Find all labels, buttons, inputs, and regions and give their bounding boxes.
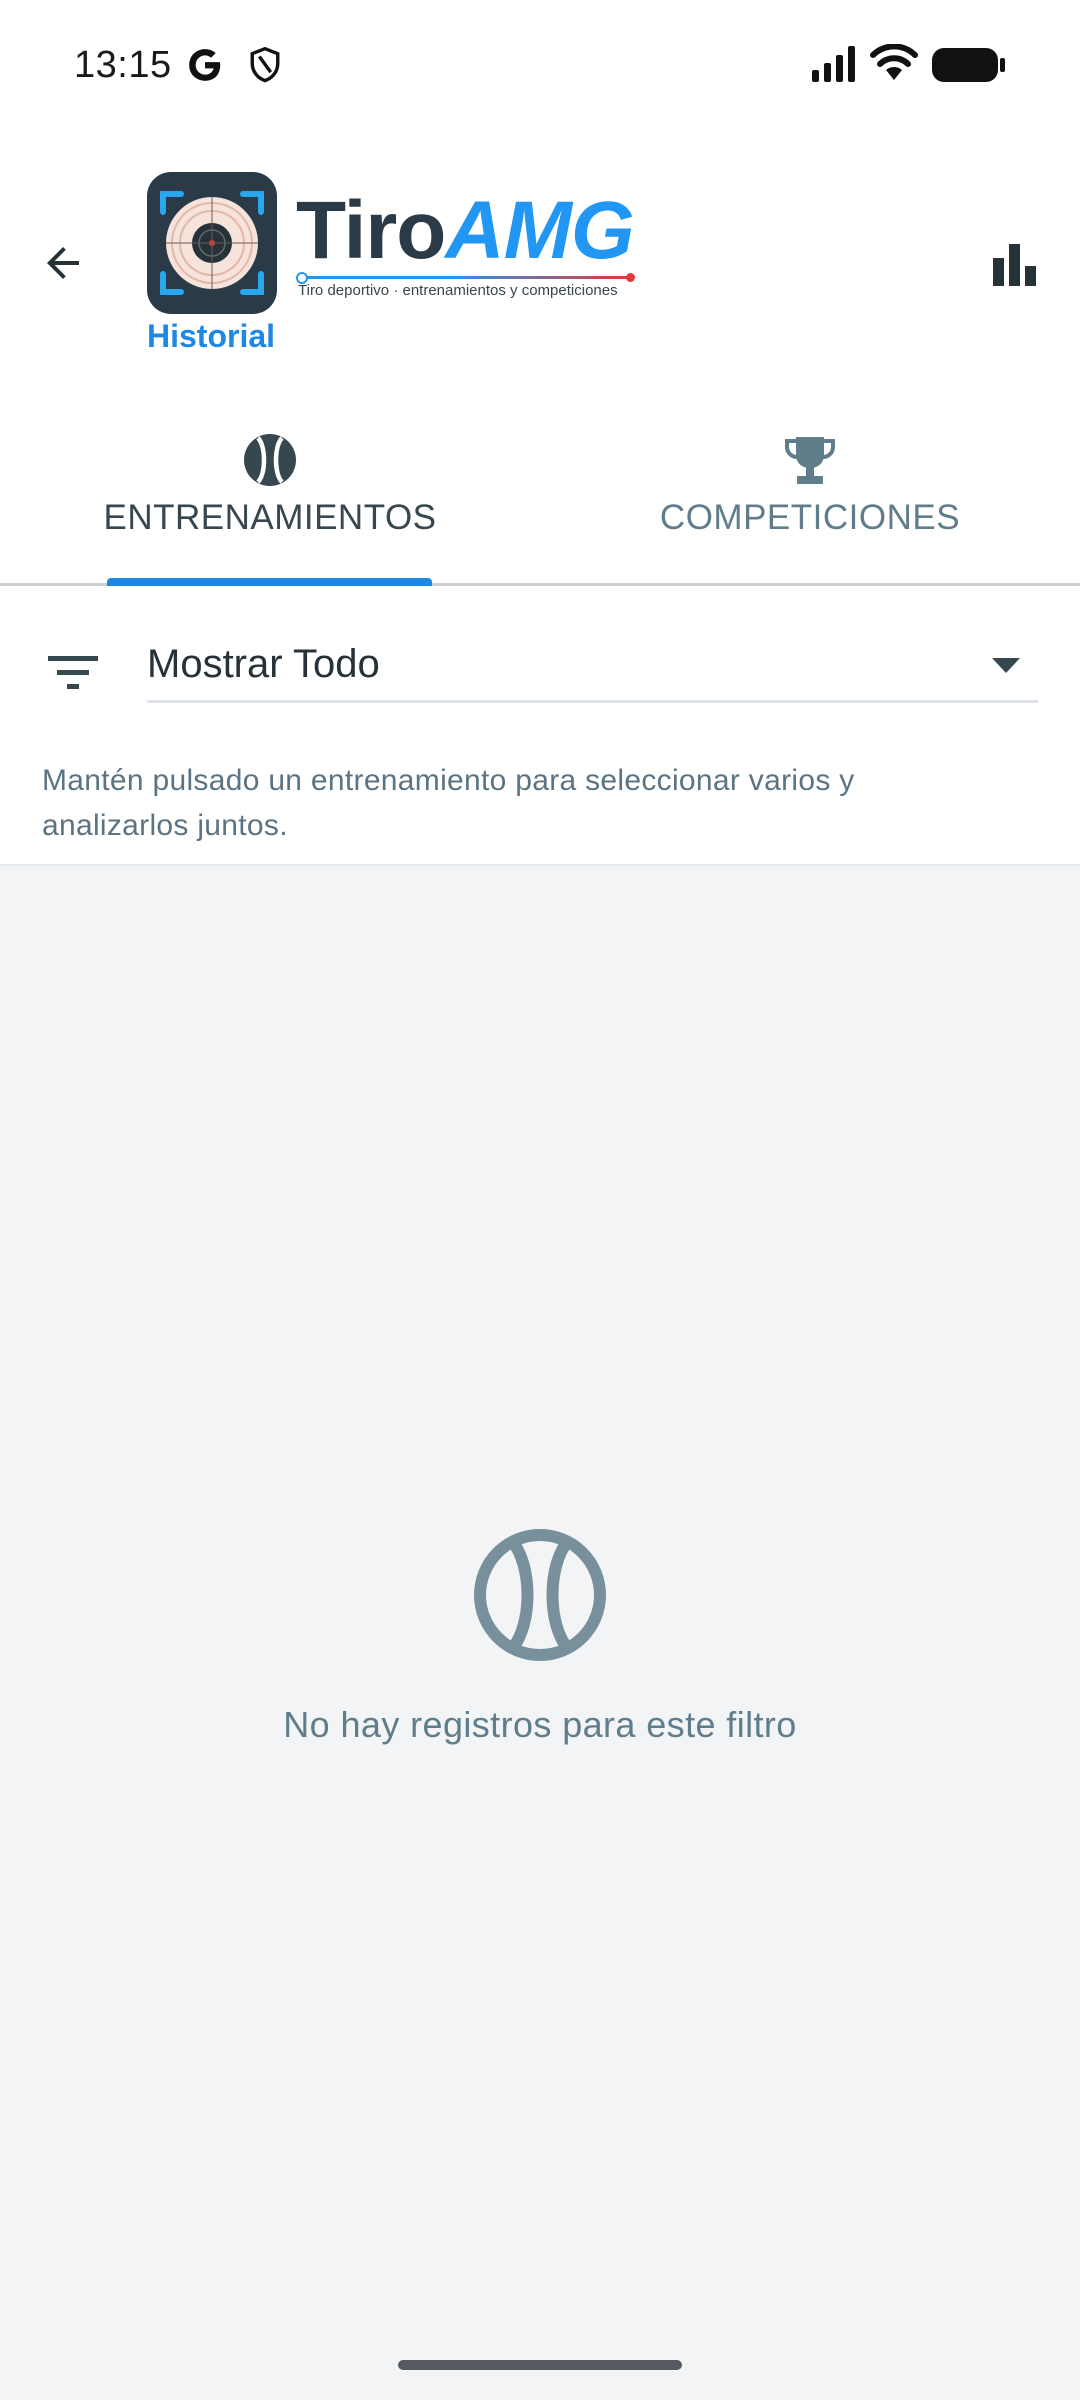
wifi-icon — [870, 43, 918, 87]
arrow-left-icon — [47, 247, 79, 279]
tab-label: COMPETICIONES — [659, 498, 961, 537]
tab-bar: ENTRENAMIENTOS COMPETICIONES — [0, 380, 1080, 586]
signal-icon — [812, 46, 860, 87]
battery-icon — [932, 48, 1006, 87]
app-logo-icon — [147, 172, 277, 314]
logo-tagline: Tiro deportivo · entrenamientos y compet… — [298, 282, 618, 299]
filter-dropdown[interactable]: Mostrar Todo — [147, 632, 1038, 703]
status-bar: 13:15 — [0, 0, 1080, 130]
ball-icon — [474, 1529, 606, 1661]
trophy-icon — [785, 437, 835, 484]
empty-state-message: No hay registros para este filtro — [283, 1704, 797, 1745]
filter-list-icon — [48, 654, 98, 695]
google-g-icon — [186, 46, 224, 89]
back-button[interactable] — [30, 230, 96, 296]
app-bar: TiroAMG Tiro deportivo · entrenamientos … — [0, 130, 1080, 380]
logo-title: TiroAMG — [296, 190, 635, 272]
status-time: 13:15 — [74, 44, 172, 86]
filter-selected-value: Mostrar Todo — [147, 642, 380, 686]
tab-label: ENTRENAMIENTOS — [103, 498, 437, 537]
logo-underline — [296, 272, 635, 284]
gesture-navigation-bar[interactable] — [398, 2360, 682, 2370]
logo-title-part1: Tiro — [296, 185, 446, 276]
filter-section: Mostrar Todo Mantén pulsado un entrenami… — [0, 586, 1080, 866]
tab-competiciones[interactable]: COMPETICIONES — [540, 380, 1080, 583]
active-tab-indicator — [107, 578, 432, 586]
bar-chart-icon — [993, 244, 1036, 286]
hint-text: Mantén pulsado un entrenamiento para sel… — [42, 764, 855, 842]
ball-icon — [244, 434, 296, 486]
shield-icon — [248, 46, 282, 89]
chevron-down-icon — [992, 658, 1020, 678]
history-list: No hay registros para este filtro — [0, 866, 1080, 2400]
logo-title-part2: AMG — [445, 185, 634, 276]
app-logo-wordmark: TiroAMG Tiro deportivo · entrenamientos … — [296, 190, 636, 300]
page-title: Historial — [147, 318, 276, 354]
tab-entrenamientos[interactable]: ENTRENAMIENTOS — [0, 380, 540, 583]
statistics-button[interactable] — [980, 230, 1050, 300]
